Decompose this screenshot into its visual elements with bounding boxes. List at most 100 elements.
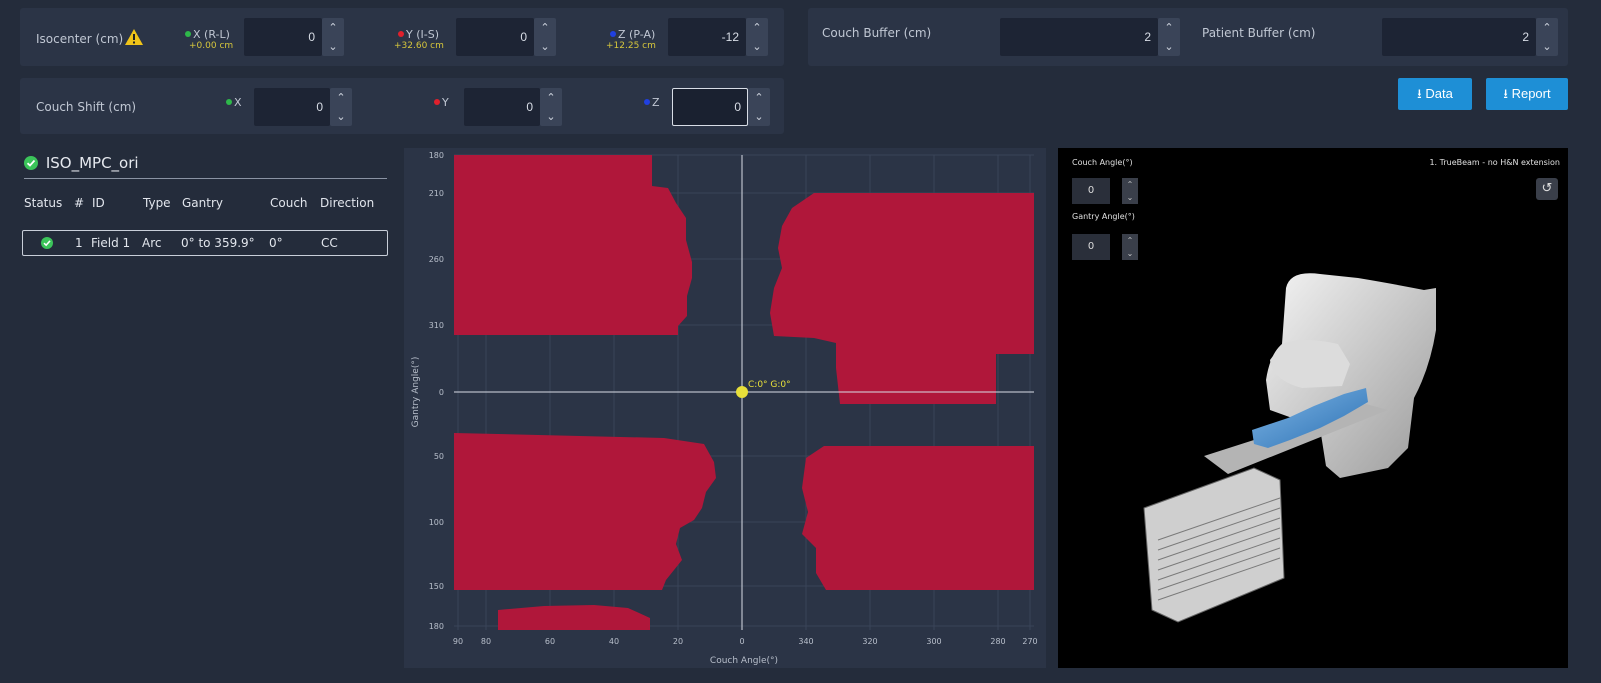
iso-x-input[interactable]: 0 — [244, 18, 322, 56]
chevron-up-icon[interactable]: ⌃ — [746, 18, 768, 37]
col-type: Type — [143, 196, 171, 210]
download-icon: ⭳ — [1503, 86, 1508, 101]
chevron-up-icon[interactable]: ⌃ — [330, 88, 352, 107]
green-dot-icon — [185, 31, 191, 37]
x-tick-label: 340 — [798, 637, 813, 646]
iso-z-stepper[interactable]: ⌃ ⌄ — [746, 18, 768, 56]
table-row[interactable]: 1 Field 1 Arc 0° to 359.9° 0° CC — [22, 230, 388, 256]
row-direction: CC — [321, 236, 338, 250]
green-dot-icon — [226, 99, 232, 105]
plan-header: ISO_MPC_ori — [24, 154, 139, 172]
x-tick-label: 300 — [926, 637, 941, 646]
collision-region-bottom-right — [802, 446, 1034, 590]
iso-z-offset: +12.25 cm — [606, 41, 656, 51]
couch-buffer-input[interactable]: 2 — [1000, 18, 1158, 56]
red-dot-icon — [434, 99, 440, 105]
collision-map-panel: C:0° G:0° 90 80 60 40 20 0 340 320 300 280 270 180… — [404, 148, 1046, 668]
row-num: 1 — [75, 236, 83, 250]
epid-panel — [1143, 467, 1285, 623]
chevron-down-icon[interactable]: ⌄ — [1536, 37, 1558, 56]
y-tick-label: 50 — [434, 452, 444, 461]
y-tick-label: 310 — [429, 321, 444, 330]
row-couch: 0° — [269, 236, 283, 250]
couch-buffer-label: Couch Buffer (cm) — [822, 26, 932, 40]
chevron-down-icon[interactable]: ⌄ — [534, 37, 556, 56]
x-tick-label: 60 — [545, 637, 555, 646]
collision-region-bottom-left — [454, 433, 716, 590]
x-tick-label: 270 — [1022, 637, 1037, 646]
chevron-down-icon[interactable]: ⌄ — [746, 37, 768, 56]
iso-z-input[interactable]: -12 — [668, 18, 746, 56]
couch-shift-label: Couch Shift (cm) — [36, 100, 137, 114]
iso-y-offset: +32.60 cm — [394, 41, 444, 51]
blue-dot-icon — [644, 99, 650, 105]
download-icon: ⭳ — [1417, 86, 1422, 101]
x-tick-label: 320 — [862, 637, 877, 646]
linac-model — [1143, 273, 1436, 623]
row-type: Arc — [142, 236, 162, 250]
shift-z-input[interactable]: 0 — [672, 88, 748, 126]
y-tick-label: 260 — [429, 255, 444, 264]
iso-x-label: X (R-L) +0.00 cm — [185, 28, 233, 51]
shift-z-label: Z — [644, 96, 660, 109]
y-tick-label: 180 — [429, 622, 444, 631]
isocenter-panel: Isocenter (cm) X (R-L) +0.00 cm 0 ⌃ ⌄ Y (… — [20, 8, 784, 66]
chevron-up-icon[interactable]: ⌃ — [540, 88, 562, 107]
chevron-down-icon[interactable]: ⌄ — [540, 107, 562, 126]
chevron-up-icon[interactable]: ⌃ — [534, 18, 556, 37]
chevron-up-icon[interactable]: ⌃ — [1536, 18, 1558, 37]
couch-shift-panel: Couch Shift (cm) X 0 ⌃ ⌄ Y 0 ⌃ ⌄ Z 0 ⌃ ⌄ — [20, 78, 784, 134]
chevron-up-icon[interactable]: ⌃ — [1158, 18, 1180, 37]
iso-y-input[interactable]: 0 — [456, 18, 534, 56]
y-axis-label: Gantry Angle(°) — [411, 357, 421, 428]
col-gantry: Gantry — [182, 196, 223, 210]
iso-x-stepper[interactable]: ⌃ ⌄ — [322, 18, 344, 56]
patient-buffer-input[interactable]: 2 — [1382, 18, 1536, 56]
x-axis-ticks: 90 80 60 40 20 0 340 320 300 280 270 — [453, 637, 1038, 646]
patient-buffer-stepper[interactable]: ⌃ ⌄ — [1536, 18, 1558, 56]
plan-panel: ISO_MPC_ori Status # ID Type Gantry Couc… — [20, 148, 392, 668]
plan-name: ISO_MPC_ori — [45, 154, 139, 172]
collision-map-chart[interactable]: C:0° G:0° 90 80 60 40 20 0 340 320 300 280 270 180… — [404, 148, 1046, 668]
chevron-up-icon[interactable]: ⌃ — [322, 18, 344, 37]
collision-region-top-right — [770, 193, 1034, 404]
chevron-down-icon[interactable]: ⌄ — [748, 107, 770, 126]
y-tick-label: 100 — [429, 518, 444, 527]
x-tick-label: 90 — [453, 637, 463, 646]
iso-y-label: Y (I-S) +32.60 cm — [394, 28, 444, 51]
shift-y-stepper[interactable]: ⌃ ⌄ — [540, 88, 562, 126]
shift-z-stepper[interactable]: ⌃ ⌄ — [748, 88, 770, 126]
row-id: Field 1 — [91, 236, 131, 250]
shift-y-input[interactable]: 0 — [464, 88, 540, 126]
x-tick-label: 80 — [481, 637, 491, 646]
check-circle-icon — [24, 156, 38, 170]
blue-dot-icon — [610, 31, 616, 37]
col-direction: Direction — [320, 196, 375, 210]
y-axis-ticks: 180 210 260 310 0 50 100 150 180 — [429, 151, 444, 631]
y-tick-label: 0 — [439, 388, 444, 397]
iso-x-offset: +0.00 cm — [189, 41, 234, 51]
patient-buffer-label: Patient Buffer (cm) — [1202, 26, 1316, 40]
chevron-down-icon[interactable]: ⌄ — [1158, 37, 1180, 56]
shift-y-label: Y — [434, 96, 449, 109]
report-download-button[interactable]: ⭳ Report — [1486, 78, 1568, 110]
shift-x-label: X — [226, 96, 242, 109]
couch-buffer-stepper[interactable]: ⌃ ⌄ — [1158, 18, 1180, 56]
data-download-button[interactable]: ⭳ Data — [1398, 78, 1472, 110]
cursor-marker[interactable] — [736, 386, 748, 398]
x-tick-label: 280 — [990, 637, 1005, 646]
chevron-down-icon[interactable]: ⌄ — [330, 107, 352, 126]
machine-3d-view[interactable]: Couch Angle(°) 0 ⌃ ⌄ Gantry Angle(°) 0 ⌃ ⌄… — [1058, 148, 1568, 668]
shift-x-input[interactable]: 0 — [254, 88, 330, 126]
x-tick-label: 0 — [739, 637, 744, 646]
col-num: # — [74, 196, 85, 210]
shift-x-stepper[interactable]: ⌃ ⌄ — [330, 88, 352, 126]
chevron-up-icon[interactable]: ⌃ — [748, 88, 770, 107]
y-tick-label: 210 — [429, 189, 444, 198]
col-couch: Couch — [270, 196, 308, 210]
warning-triangle-icon — [124, 28, 144, 49]
iso-y-stepper[interactable]: ⌃ ⌄ — [534, 18, 556, 56]
chevron-down-icon[interactable]: ⌄ — [322, 37, 344, 56]
red-dot-icon — [398, 31, 404, 37]
x-tick-label: 20 — [673, 637, 683, 646]
